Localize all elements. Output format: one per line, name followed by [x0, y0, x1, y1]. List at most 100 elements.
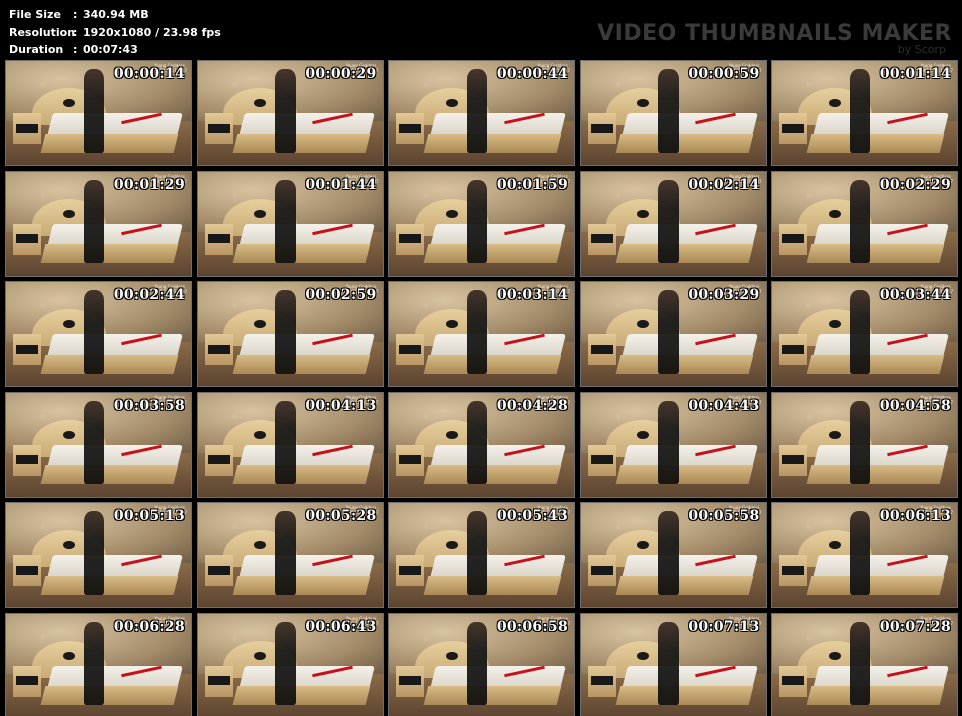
bed-mattress	[430, 223, 566, 247]
person-figure	[83, 621, 105, 705]
person-figure	[849, 511, 871, 595]
bed-mattress	[430, 444, 566, 468]
timestamp-label: 00:00:29	[305, 66, 377, 82]
info-label: Duration	[9, 43, 64, 56]
bed-base	[806, 686, 945, 706]
bed-mattress	[239, 665, 375, 689]
person-figure	[466, 511, 488, 595]
bed-mattress	[430, 334, 566, 357]
bed-mattress	[430, 113, 566, 136]
video-thumbnail[interactable]: Young Goddess C4S.COM/12987 00:02:29	[772, 171, 957, 276]
video-thumbnail[interactable]: Young Goddess C4S.COM/12987 00:05:28	[197, 503, 383, 607]
person-figure	[83, 69, 105, 153]
bed-base	[423, 686, 562, 706]
video-thumbnail[interactable]: Young Goddess C4S.COM/12987 00:06:58	[389, 613, 574, 716]
info-row-duration: Duration : 00:07:43	[9, 41, 221, 59]
person-figure	[275, 290, 296, 374]
person-figure	[849, 621, 871, 705]
bed-mattress	[430, 665, 566, 689]
video-thumbnail[interactable]: Young Goddess C4S.COM/12987 00:00:59	[580, 61, 766, 165]
bed-base	[40, 133, 179, 153]
person-figure	[658, 400, 679, 484]
video-thumbnail[interactable]: Young Goddess C4S.COM/12987 00:05:58	[580, 503, 766, 607]
timestamp-label: 00:06:13	[879, 508, 951, 524]
video-thumbnail[interactable]: Young Goddess C4S.COM/12987 00:03:14	[389, 282, 574, 386]
bed-base	[40, 465, 179, 485]
video-thumbnail[interactable]: Young Goddess C4S.COM/12987 00:00:14	[6, 61, 191, 165]
bed-base	[232, 133, 371, 153]
nightstand	[13, 223, 42, 255]
nightstand	[204, 555, 233, 587]
timestamp-label: 00:05:43	[496, 508, 568, 524]
info-separator: :	[73, 8, 78, 21]
timestamp-label: 00:07:28	[879, 618, 951, 635]
person-figure	[658, 290, 679, 374]
video-thumbnail[interactable]: Young Goddess C4S.COM/12987 00:01:14	[772, 61, 957, 165]
video-thumbnail[interactable]: Young Goddess C4S.COM/12987 00:07:13	[580, 613, 766, 716]
video-thumbnail[interactable]: Young Goddess C4S.COM/12987 00:03:58	[6, 392, 191, 497]
person-figure	[849, 400, 871, 484]
bed-base	[232, 575, 371, 595]
nightstand	[396, 113, 425, 145]
video-thumbnail[interactable]: Young Goddess C4S.COM/12987 00:06:13	[772, 503, 957, 607]
bed-mattress	[239, 223, 375, 247]
nightstand	[396, 665, 425, 697]
video-thumbnail[interactable]: Young Goddess C4S.COM/12987 00:05:43	[389, 503, 574, 607]
video-thumbnail[interactable]: Young Goddess C4S.COM/12987 00:00:29	[197, 61, 383, 165]
nightstand	[779, 223, 808, 255]
person-figure	[658, 69, 679, 153]
bed-base	[40, 575, 179, 595]
file-info-panel: File Size : 340.94 MB Resolution : 1920x…	[9, 6, 221, 59]
video-thumbnail[interactable]: Young Goddess C4S.COM/12987 00:04:13	[197, 392, 383, 497]
video-thumbnail[interactable]: Young Goddess C4S.COM/12987 00:06:43	[197, 613, 383, 716]
video-thumbnail[interactable]: Young Goddess C4S.COM/12987 00:01:29	[6, 171, 191, 276]
video-thumbnail[interactable]: Young Goddess C4S.COM/12987 00:04:58	[772, 392, 957, 497]
bed-base	[806, 133, 945, 153]
bed-mattress	[47, 334, 183, 357]
timestamp-label: 00:01:44	[305, 176, 377, 193]
timestamp-label: 00:01:59	[496, 176, 568, 193]
video-thumbnail[interactable]: Young Goddess C4S.COM/12987 00:01:44	[197, 171, 383, 276]
timestamp-label: 00:04:13	[305, 397, 377, 414]
bed-mattress	[813, 113, 949, 136]
bed-mattress	[622, 113, 758, 136]
bed-base	[806, 354, 945, 374]
video-thumbnail[interactable]: Young Goddess C4S.COM/12987 00:07:28	[772, 613, 957, 716]
bed-mattress	[47, 665, 183, 689]
bed-mattress	[622, 555, 758, 578]
bed-base	[423, 465, 562, 485]
bed-base	[615, 244, 754, 264]
video-thumbnail[interactable]: Young Goddess C4S.COM/12987 00:06:28	[6, 613, 191, 716]
nightstand	[204, 334, 233, 366]
person-figure	[658, 621, 679, 705]
timestamp-label: 00:07:13	[688, 618, 760, 635]
video-thumbnail[interactable]: Young Goddess C4S.COM/12987 00:04:43	[580, 392, 766, 497]
bed-base	[423, 575, 562, 595]
person-figure	[275, 621, 296, 705]
timestamp-label: 00:06:58	[496, 618, 568, 635]
video-thumbnail[interactable]: Young Goddess C4S.COM/12987 00:02:14	[580, 171, 766, 276]
person-figure	[83, 290, 105, 374]
nightstand	[779, 555, 808, 587]
nightstand	[204, 444, 233, 476]
timestamp-label: 00:03:29	[688, 287, 760, 303]
bed-base	[40, 354, 179, 374]
nightstand	[587, 444, 616, 476]
bed-mattress	[622, 665, 758, 689]
info-separator: :	[73, 25, 78, 39]
person-figure	[275, 511, 296, 595]
nightstand	[587, 223, 616, 255]
brand-watermark: VIDEO THUMBNAILS MAKER by Scorp	[597, 22, 952, 56]
video-thumbnail[interactable]: Young Goddess C4S.COM/12987 00:03:44	[772, 282, 957, 386]
video-thumbnail[interactable]: Young Goddess C4S.COM/12987 00:03:29	[580, 282, 766, 386]
video-thumbnail[interactable]: Young Goddess C4S.COM/12987 00:00:44	[389, 61, 574, 165]
video-thumbnail[interactable]: Young Goddess C4S.COM/12987 00:05:13	[6, 503, 191, 607]
video-thumbnail[interactable]: Young Goddess C4S.COM/12987 00:01:59	[389, 171, 574, 276]
bed-mattress	[47, 223, 183, 247]
video-thumbnail[interactable]: Young Goddess C4S.COM/12987 00:04:28	[389, 392, 574, 497]
video-thumbnail[interactable]: Young Goddess C4S.COM/12987 00:02:59	[197, 282, 383, 386]
bed-mattress	[239, 555, 375, 578]
info-value: 00:07:43	[83, 43, 138, 56]
bed-mattress	[430, 555, 566, 578]
video-thumbnail[interactable]: Young Goddess C4S.COM/12987 00:02:44	[6, 282, 191, 386]
